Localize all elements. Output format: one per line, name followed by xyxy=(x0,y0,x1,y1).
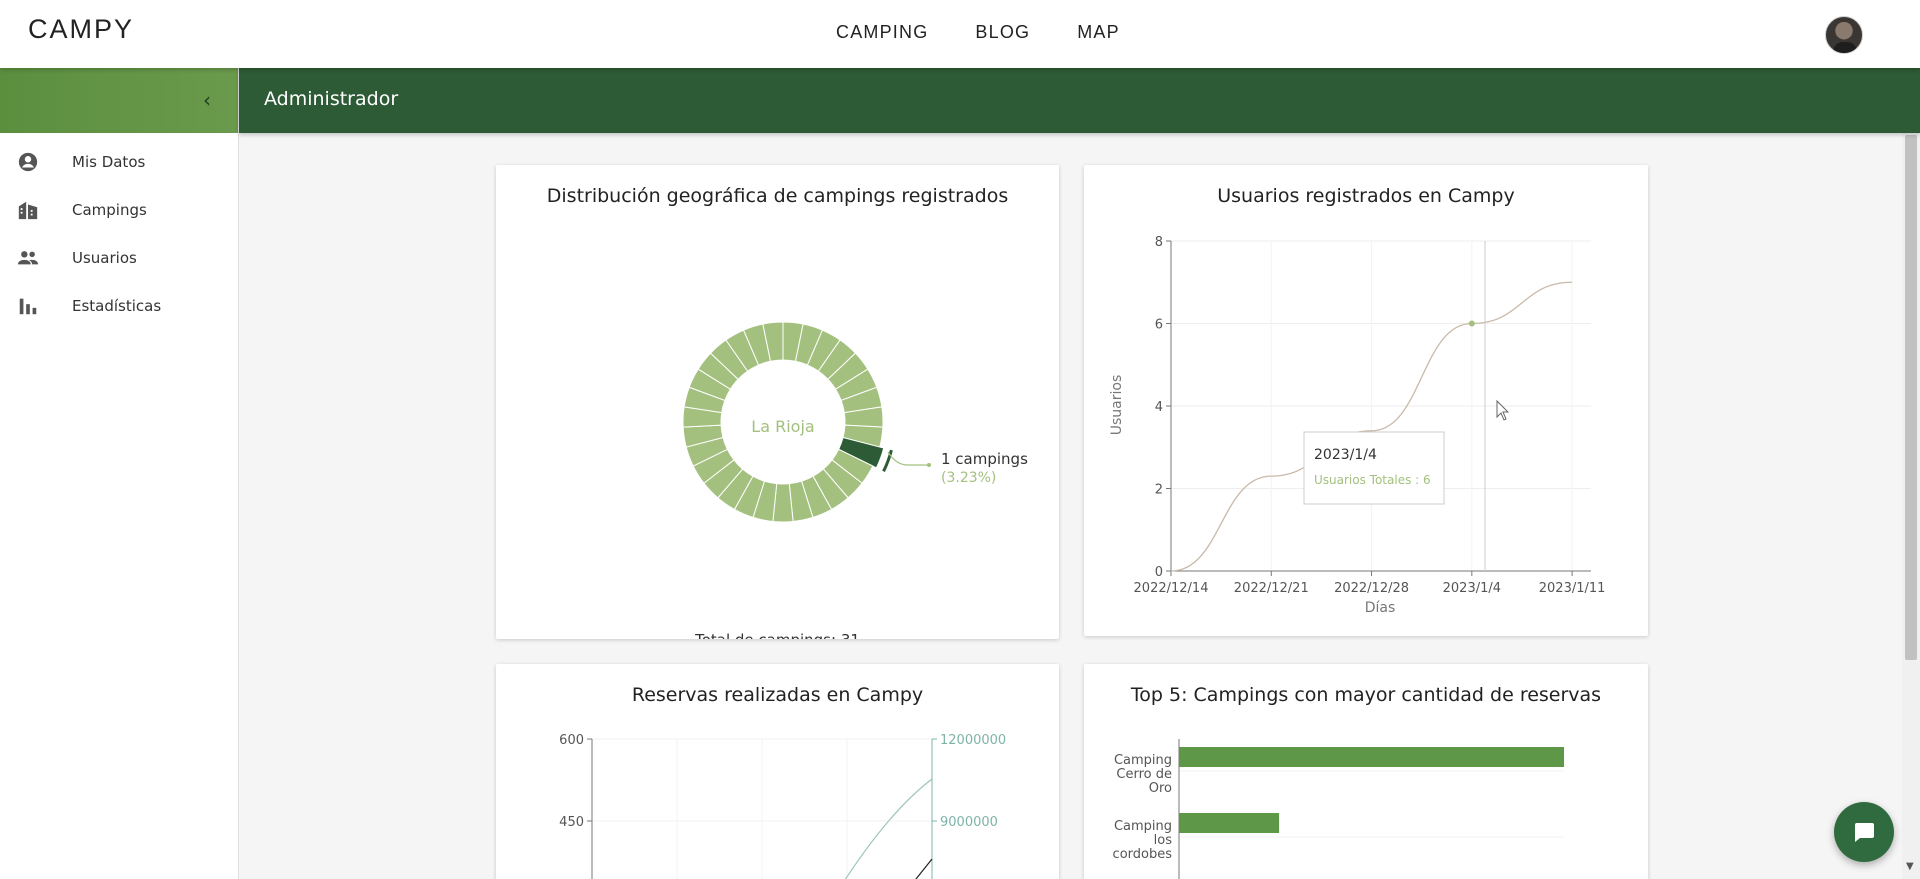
y-tick-label: 0 xyxy=(1155,565,1163,580)
y-tick-label: 4 xyxy=(1155,400,1163,415)
page-title: Administrador xyxy=(264,88,399,110)
tooltip: 2023/1/4 Usuarios Totales : 6 xyxy=(1303,431,1445,505)
top-navbar: CAMPY CAMPING BLOG MAP xyxy=(0,0,1920,68)
category-label: Camping Cerro de Oro xyxy=(1114,753,1172,796)
y-tick-label: 450 xyxy=(559,815,584,830)
hover-point xyxy=(1468,320,1475,327)
y-tick-label-right: 12000000 xyxy=(940,733,1006,748)
geo-distribution-card: Distribución geográfica de campings regi… xyxy=(496,165,1059,639)
admin-header: Administrador xyxy=(239,68,1920,133)
y-tick-label: 8 xyxy=(1155,235,1163,250)
buildings-icon xyxy=(18,201,38,220)
people-icon xyxy=(17,251,39,265)
bar[interactable] xyxy=(1179,747,1564,767)
nav-blog[interactable]: BLOG xyxy=(975,22,1030,43)
sidebar-header: ‹ xyxy=(0,68,238,133)
scroll-down-icon[interactable]: ▼ xyxy=(1906,861,1914,872)
chat-button[interactable] xyxy=(1834,802,1894,862)
chat-bubble-icon xyxy=(1854,823,1874,842)
sidebar-item-mis-datos[interactable]: Mis Datos xyxy=(0,138,238,186)
sidebar-item-label: Campings xyxy=(72,201,147,219)
sidebar-item-label: Mis Datos xyxy=(72,153,146,171)
callout-percent: (3.23%) xyxy=(941,470,996,486)
y-tick-label: 600 xyxy=(559,733,584,748)
y-tick-label-right: 9000000 xyxy=(940,815,998,830)
donut-center-label: La Rioja xyxy=(751,417,814,436)
scrollbar-thumb[interactable] xyxy=(1905,135,1917,660)
callout-dot xyxy=(927,463,931,467)
y-axis-label: Usuarios xyxy=(1109,375,1125,436)
x-tick-label: 2023/1/11 xyxy=(1539,581,1606,596)
y-tick-label: 6 xyxy=(1155,318,1163,333)
page-scrollbar[interactable]: ▼ xyxy=(1902,133,1920,879)
reservations-chart-card: Reservas realizadas en Campy 600 450 120… xyxy=(496,664,1059,879)
x-tick-label: 2022/12/21 xyxy=(1234,581,1309,596)
sidebar-item-usuarios[interactable]: Usuarios xyxy=(0,234,238,282)
cursor-icon xyxy=(1496,399,1510,421)
main-nav: CAMPING BLOG MAP xyxy=(836,22,1120,43)
account-circle-icon xyxy=(18,152,38,172)
users-line-chart: 0 2 4 6 8 2022/12/14 2022/12/21 2022/12/28 2023/… xyxy=(1109,235,1606,616)
top5-bar-chart: Camping Cerro de Oro Camping los cordobes xyxy=(1113,739,1564,879)
y-tick-label: 2 xyxy=(1155,483,1163,498)
x-axis-label: Días xyxy=(1365,600,1396,616)
campy-logo[interactable]: CAMPY xyxy=(28,14,134,45)
callout-line xyxy=(887,451,928,466)
x-tick-label: 2022/12/28 xyxy=(1334,581,1409,596)
x-tick-label: 2022/12/14 xyxy=(1134,581,1209,596)
sidebar-item-label: Usuarios xyxy=(72,249,137,267)
tooltip-title: 2023/1/4 xyxy=(1314,447,1377,463)
bar-chart-icon xyxy=(19,298,37,315)
chevron-left-icon[interactable]: ‹ xyxy=(203,88,211,112)
sidebar-item-estadisticas[interactable]: Estadísticas xyxy=(0,282,238,330)
sidebar-item-campings[interactable]: Campings xyxy=(0,186,238,234)
tooltip-value: Usuarios Totales : 6 xyxy=(1314,473,1431,487)
nav-camping[interactable]: CAMPING xyxy=(836,22,928,43)
avatar[interactable] xyxy=(1825,16,1863,54)
category-label: Camping los cordobes xyxy=(1113,819,1173,862)
top5-chart-card: Top 5: Campings con mayor cantidad de re… xyxy=(1084,664,1648,879)
x-tick-label: 2023/1/4 xyxy=(1443,581,1501,596)
series-line xyxy=(844,778,933,879)
sidebar-item-label: Estadísticas xyxy=(72,297,162,315)
donut-chart: La Rioja 1 campings (3.23%) xyxy=(682,321,1028,523)
series-line xyxy=(915,858,933,879)
highlight-arc xyxy=(882,449,893,472)
reservations-line-chart: 600 450 12000000 9000000 xyxy=(559,733,1006,879)
sidebar: ‹ Mis Datos Campings Usuarios Estadístic… xyxy=(0,68,239,879)
users-chart-card: Usuarios registrados en Campy 0 2 4 6 8 2022/… xyxy=(1084,165,1648,636)
total-campings: Total de campings: 31 xyxy=(496,631,1059,639)
callout-label: 1 campings xyxy=(941,450,1028,468)
bar[interactable] xyxy=(1179,813,1280,833)
nav-map[interactable]: MAP xyxy=(1077,22,1120,43)
